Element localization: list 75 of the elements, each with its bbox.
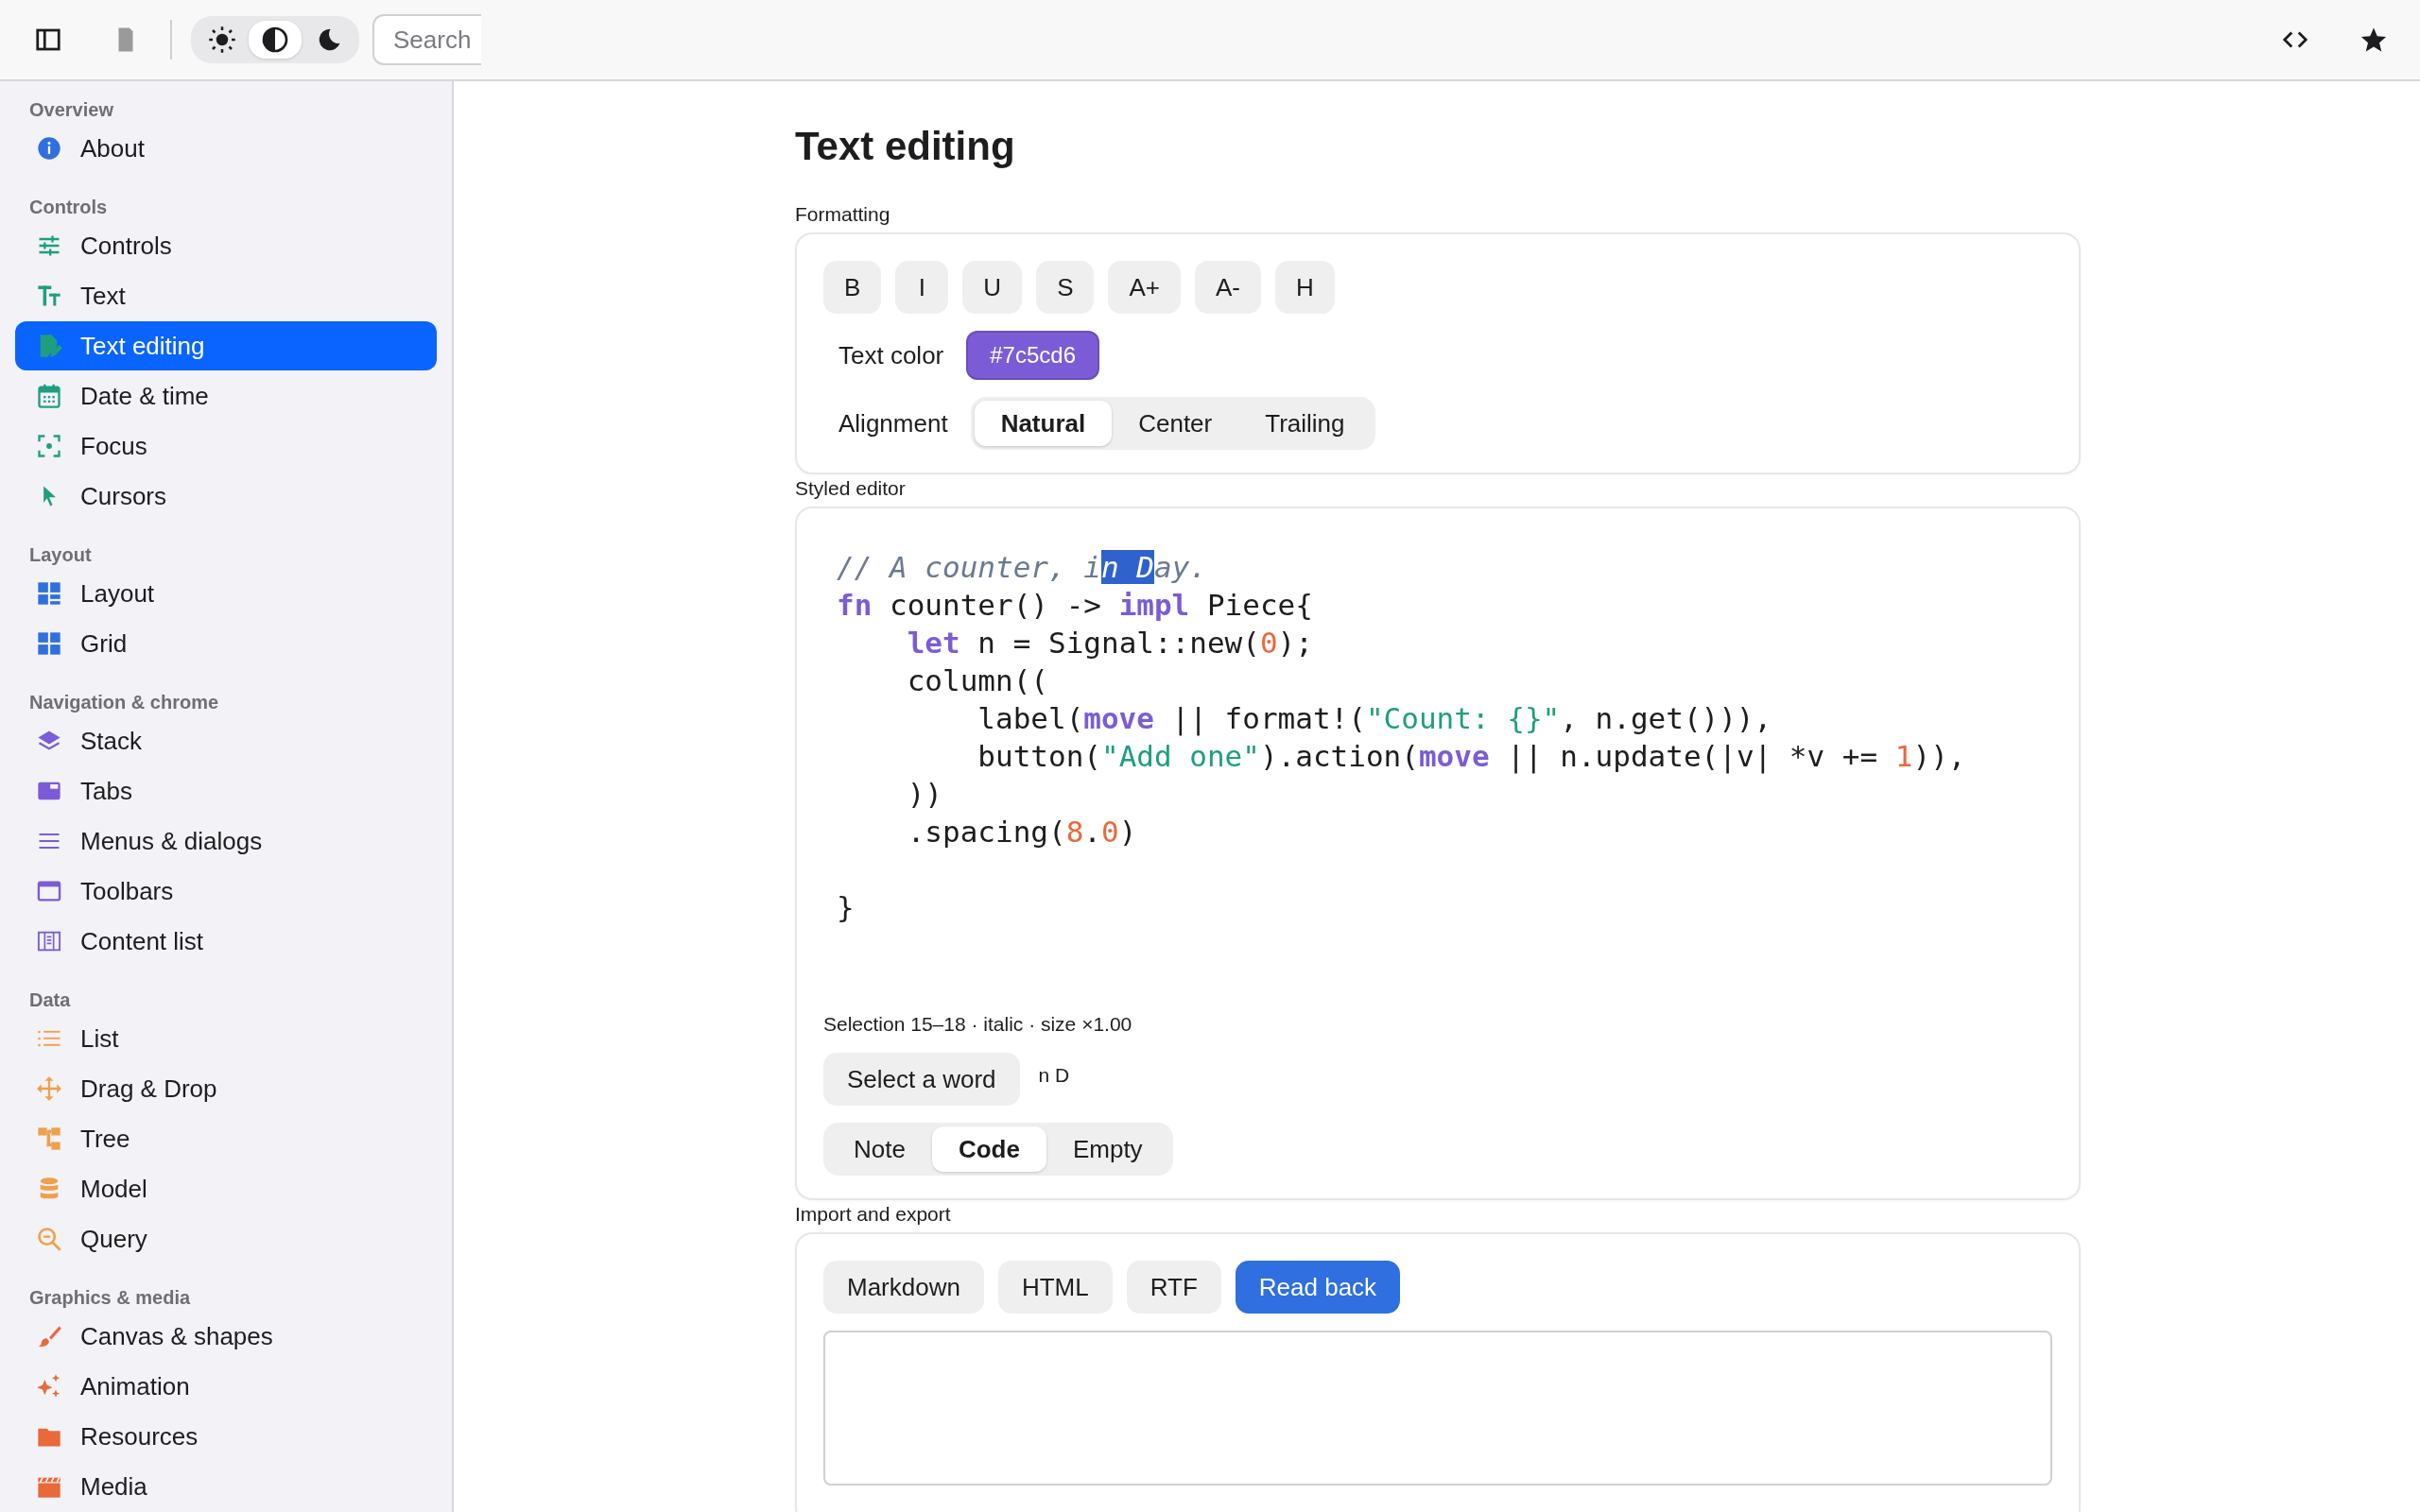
- export-button[interactable]: Markdown: [823, 1261, 984, 1314]
- grid-icon: [36, 630, 62, 657]
- sidebar-item[interactable]: Model: [15, 1164, 437, 1213]
- sidebar-item[interactable]: Grid: [15, 619, 437, 668]
- sidebar-item[interactable]: Tabs: [15, 766, 437, 816]
- format-button[interactable]: B: [823, 261, 882, 314]
- code-line: label(move || format!("Count: {}", n.get())),: [977, 700, 1773, 737]
- info-icon: [36, 135, 62, 162]
- code-line: button("Add one").action(move || n.update(|v| *v += 1)),: [977, 738, 1967, 775]
- selected-text: n D: [1038, 1064, 1070, 1087]
- group-label: Import and export: [795, 1202, 952, 1227]
- export-button[interactable]: Read back: [1235, 1261, 1401, 1314]
- calendar-icon: [36, 383, 62, 409]
- segment[interactable]: Code: [931, 1126, 1046, 1172]
- section-header: Navigation & chrome: [28, 691, 220, 714]
- section-header: Layout: [28, 543, 93, 567]
- sidebar-item[interactable]: Tree: [15, 1114, 437, 1163]
- sidebar-item[interactable]: About: [15, 124, 437, 173]
- sidebar-item[interactable]: Menus & dialogs: [15, 816, 437, 866]
- sidebar-item[interactable]: Date & time: [15, 371, 437, 421]
- sidebar-item[interactable]: Cursors: [15, 472, 437, 521]
- format-button[interactable]: S: [1036, 261, 1095, 314]
- contrast-icon[interactable]: [249, 21, 302, 59]
- segment[interactable]: Note: [827, 1126, 932, 1172]
- status-text: Selection 15–18 · italic · size ×1.00: [823, 1013, 1133, 1036]
- sidebar-item[interactable]: Drag & Drop: [15, 1064, 437, 1113]
- section-header: Overview: [28, 98, 114, 122]
- sidebar-item[interactable]: Media: [15, 1462, 437, 1511]
- select-word-button[interactable]: Select a word: [823, 1053, 1020, 1106]
- export-button[interactable]: HTML: [997, 1261, 1113, 1314]
- sidebar-item[interactable]: Resources: [15, 1412, 437, 1461]
- section-header: Data: [28, 988, 72, 1012]
- segment[interactable]: Empty: [1046, 1126, 1169, 1172]
- field-label: Text color: [838, 340, 944, 370]
- segment[interactable]: Center: [1112, 401, 1239, 446]
- format-button[interactable]: H: [1275, 261, 1335, 314]
- format-button[interactable]: U: [962, 261, 1023, 314]
- color-button[interactable]: #7c5cd6: [966, 331, 1099, 380]
- sidebar-item[interactable]: Content list: [15, 917, 437, 966]
- sidebar-item[interactable]: Controls: [15, 221, 437, 270]
- tree-icon: [36, 1125, 62, 1152]
- focus-icon: [36, 433, 62, 459]
- group-label: Formatting: [795, 202, 891, 227]
- sidebar-item[interactable]: Focus: [15, 421, 437, 471]
- sidebar-item[interactable]: Canvas & shapes: [15, 1312, 437, 1361]
- code-line: }: [837, 889, 856, 926]
- code-line: // A counter, in Day.: [837, 549, 1208, 586]
- sidebar-item[interactable]: List: [15, 1014, 437, 1063]
- sidebar-item[interactable]: Animation: [15, 1362, 437, 1411]
- sidebar-item[interactable]: Text: [15, 271, 437, 320]
- export-button[interactable]: RTF: [1126, 1261, 1221, 1314]
- format-button[interactable]: I: [895, 261, 949, 314]
- field-label: Alignment: [838, 408, 948, 438]
- sidebar-item[interactable]: Stack: [15, 716, 437, 765]
- sidebar-item[interactable]: Layout: [15, 569, 437, 618]
- sidebar-item[interactable]: Query: [15, 1214, 437, 1263]
- format-button[interactable]: A+: [1108, 261, 1181, 314]
- code-line: .spacing(8.0): [906, 814, 1138, 850]
- sidebar-item[interactable]: Toolbars: [15, 867, 437, 916]
- layout-icon: [36, 580, 62, 607]
- format-button[interactable]: A-: [1195, 261, 1261, 314]
- segment[interactable]: Natural: [974, 401, 1113, 446]
- section-header: Graphics & media: [28, 1286, 192, 1310]
- segment[interactable]: Trailing: [1238, 401, 1372, 446]
- code-line: )): [906, 776, 943, 813]
- group-label: Styled editor: [795, 476, 907, 501]
- sidebar-item[interactable]: Text editing: [15, 321, 437, 370]
- move-arrows-icon: [36, 1075, 62, 1102]
- search-field[interactable]: Search: [372, 14, 481, 65]
- code-line: fn counter() -> impl Piece{: [837, 587, 1314, 624]
- page-title: Text editing: [795, 123, 1016, 170]
- code-line: column((: [906, 662, 1049, 699]
- zoom-out-icon: [36, 1226, 62, 1252]
- section-header: Controls: [28, 196, 109, 219]
- code-line: let n = Signal::new(0);: [906, 625, 1314, 662]
